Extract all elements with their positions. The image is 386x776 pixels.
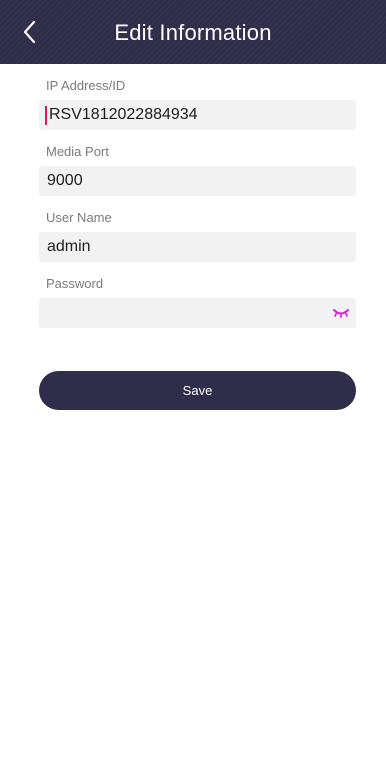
text-caret [45,106,47,125]
password-input[interactable] [39,298,356,328]
user-name-value: admin [47,238,91,255]
media-port-value: 9000 [47,172,83,189]
user-name-label: User Name [46,210,112,225]
password-visibility-toggle[interactable] [332,306,350,320]
edit-information-screen: Edit Information IP Address/ID RSV181202… [0,0,386,776]
header-bar: Edit Information [0,0,386,64]
password-label: Password [46,276,104,291]
save-button[interactable]: Save [39,371,356,410]
eye-closed-icon [333,309,349,318]
ip-address-label: IP Address/ID [46,78,126,93]
page-title: Edit Information [114,20,272,45]
ip-address-value: RSV1812022884934 [49,106,198,123]
media-port-input[interactable]: 9000 [39,166,356,196]
ip-address-input[interactable]: RSV1812022884934 [39,100,356,130]
user-name-input[interactable]: admin [39,232,356,262]
media-port-label: Media Port [46,144,109,159]
